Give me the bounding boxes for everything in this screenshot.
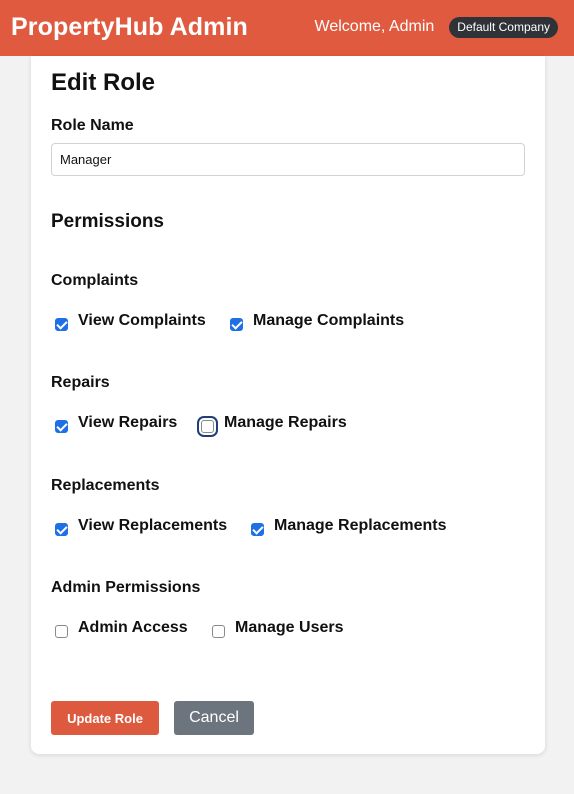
- perm-label: Admin Access: [78, 619, 188, 636]
- perm-manage-repairs[interactable]: Manage Repairs: [201, 414, 347, 433]
- perm-manage-replacements[interactable]: Manage Replacements: [251, 517, 447, 536]
- role-name-input[interactable]: [51, 143, 525, 176]
- company-badge[interactable]: Default Company: [449, 16, 558, 38]
- perm-manage-complaints[interactable]: Manage Complaints: [230, 312, 404, 331]
- checkbox-view-complaints[interactable]: [55, 318, 68, 331]
- group-title-replacements: Replacements: [51, 477, 160, 494]
- brand-title[interactable]: PropertyHub Admin: [11, 13, 248, 42]
- perm-label: View Complaints: [78, 312, 206, 329]
- checkbox-view-repairs[interactable]: [55, 420, 68, 433]
- role-name-label: Role Name: [51, 117, 134, 134]
- perm-label: View Replacements: [78, 517, 228, 534]
- permissions-heading: Permissions: [51, 211, 164, 232]
- group-title-complaints: Complaints: [51, 272, 139, 289]
- edit-role-card: Edit Role Role Name Permissions Complain…: [31, 56, 545, 754]
- checkbox-view-replacements[interactable]: [55, 523, 68, 536]
- checkbox-manage-complaints[interactable]: [230, 318, 243, 331]
- perm-admin-access[interactable]: Admin Access: [55, 619, 188, 638]
- page-title: Edit Role: [51, 69, 156, 96]
- welcome-text: Welcome, Admin: [314, 18, 435, 35]
- perm-manage-users[interactable]: Manage Users: [212, 619, 344, 638]
- user-area: Welcome, Admin Default Company: [314, 16, 558, 38]
- checkbox-manage-repairs[interactable]: [201, 420, 214, 433]
- checkbox-manage-replacements[interactable]: [251, 523, 264, 536]
- perm-label: Manage Complaints: [253, 312, 405, 329]
- perm-view-complaints[interactable]: View Complaints: [55, 312, 206, 331]
- perm-label: View Repairs: [78, 414, 178, 431]
- perm-label: Manage Replacements: [274, 517, 447, 534]
- perm-label: Manage Users: [235, 619, 344, 636]
- checkbox-admin-access[interactable]: [55, 625, 68, 638]
- perm-label: Manage Repairs: [224, 414, 347, 431]
- group-title-admin: Admin Permissions: [51, 579, 201, 596]
- perm-view-repairs[interactable]: View Repairs: [55, 414, 177, 433]
- perm-view-replacements[interactable]: View Replacements: [55, 517, 227, 536]
- top-bar: PropertyHub Admin Welcome, Admin Default…: [0, 0, 574, 56]
- group-title-repairs: Repairs: [51, 374, 110, 391]
- update-role-button[interactable]: Update Role: [51, 701, 159, 735]
- checkbox-manage-users[interactable]: [212, 625, 225, 638]
- cancel-button[interactable]: Cancel: [174, 701, 254, 735]
